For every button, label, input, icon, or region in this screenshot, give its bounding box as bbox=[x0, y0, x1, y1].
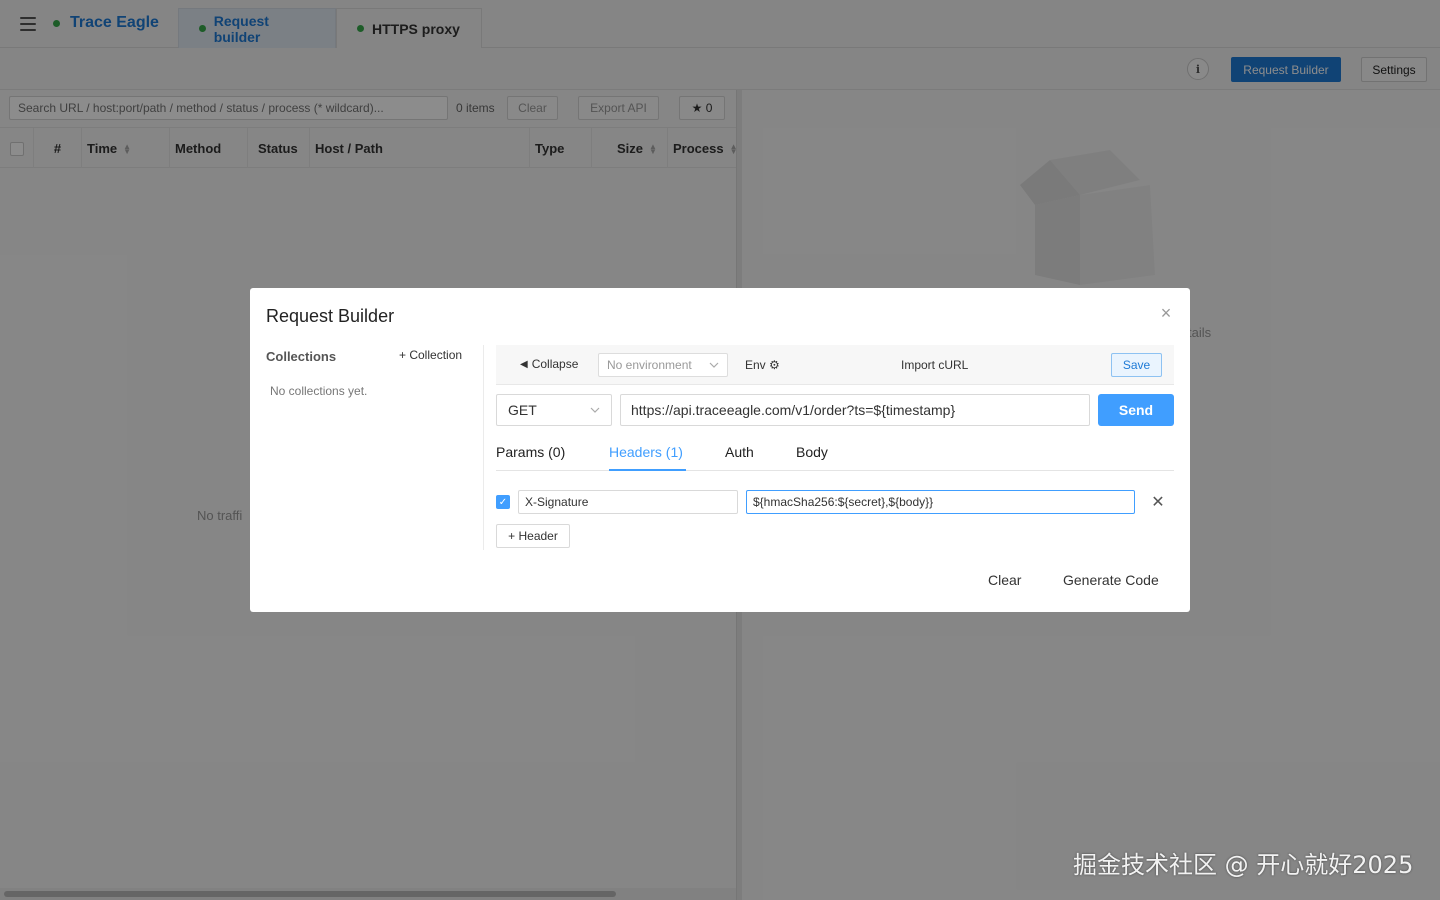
header-key-input[interactable] bbox=[518, 490, 738, 514]
environment-placeholder: No environment bbox=[607, 358, 692, 372]
watermark: 掘金技术社区 @ 开心就好2025 bbox=[1073, 851, 1414, 879]
caret-left-icon: ◀ bbox=[520, 358, 528, 370]
active-tab-indicator bbox=[609, 469, 686, 471]
header-enabled-checkbox[interactable]: ✓ bbox=[496, 495, 510, 509]
save-button[interactable]: Save bbox=[1111, 353, 1162, 377]
env-settings-button[interactable]: Env ⚙ bbox=[745, 358, 780, 372]
tab-divider bbox=[496, 470, 1174, 471]
tab-auth[interactable]: Auth bbox=[725, 444, 754, 460]
method-select[interactable]: GET bbox=[496, 394, 612, 426]
tab-body[interactable]: Body bbox=[796, 444, 828, 460]
clear-request-button[interactable]: Clear bbox=[988, 572, 1021, 588]
tab-headers[interactable]: Headers (1) bbox=[609, 444, 683, 460]
checkmark-icon: ✓ bbox=[498, 496, 508, 508]
tab-params[interactable]: Params (0) bbox=[496, 444, 565, 460]
send-button[interactable]: Send bbox=[1098, 394, 1174, 426]
environment-select[interactable]: No environment bbox=[598, 353, 728, 377]
close-icon[interactable]: × bbox=[1154, 301, 1178, 325]
chevron-down-icon bbox=[590, 407, 600, 413]
chevron-down-icon bbox=[709, 362, 719, 368]
method-value: GET bbox=[508, 402, 537, 418]
divider bbox=[483, 345, 484, 550]
generate-code-button[interactable]: Generate Code bbox=[1063, 572, 1159, 588]
collapse-label: Collapse bbox=[531, 357, 579, 371]
header-value-input[interactable] bbox=[746, 490, 1135, 514]
add-header-button[interactable]: + Header bbox=[496, 524, 570, 548]
url-input[interactable] bbox=[620, 394, 1090, 426]
collapse-button[interactable]: ◀ Collapse bbox=[520, 357, 578, 371]
import-curl-button[interactable]: Import cURL bbox=[901, 358, 968, 372]
delete-header-icon[interactable]: ✕ bbox=[1148, 491, 1168, 513]
collections-empty-text: No collections yet. bbox=[270, 384, 368, 398]
dialog-title: Request Builder bbox=[266, 306, 395, 326]
collections-heading: Collections bbox=[266, 349, 337, 364]
add-collection-button[interactable]: + Collection bbox=[399, 348, 462, 362]
request-builder-dialog: Request Builder × Collections + Collecti… bbox=[250, 288, 1190, 612]
